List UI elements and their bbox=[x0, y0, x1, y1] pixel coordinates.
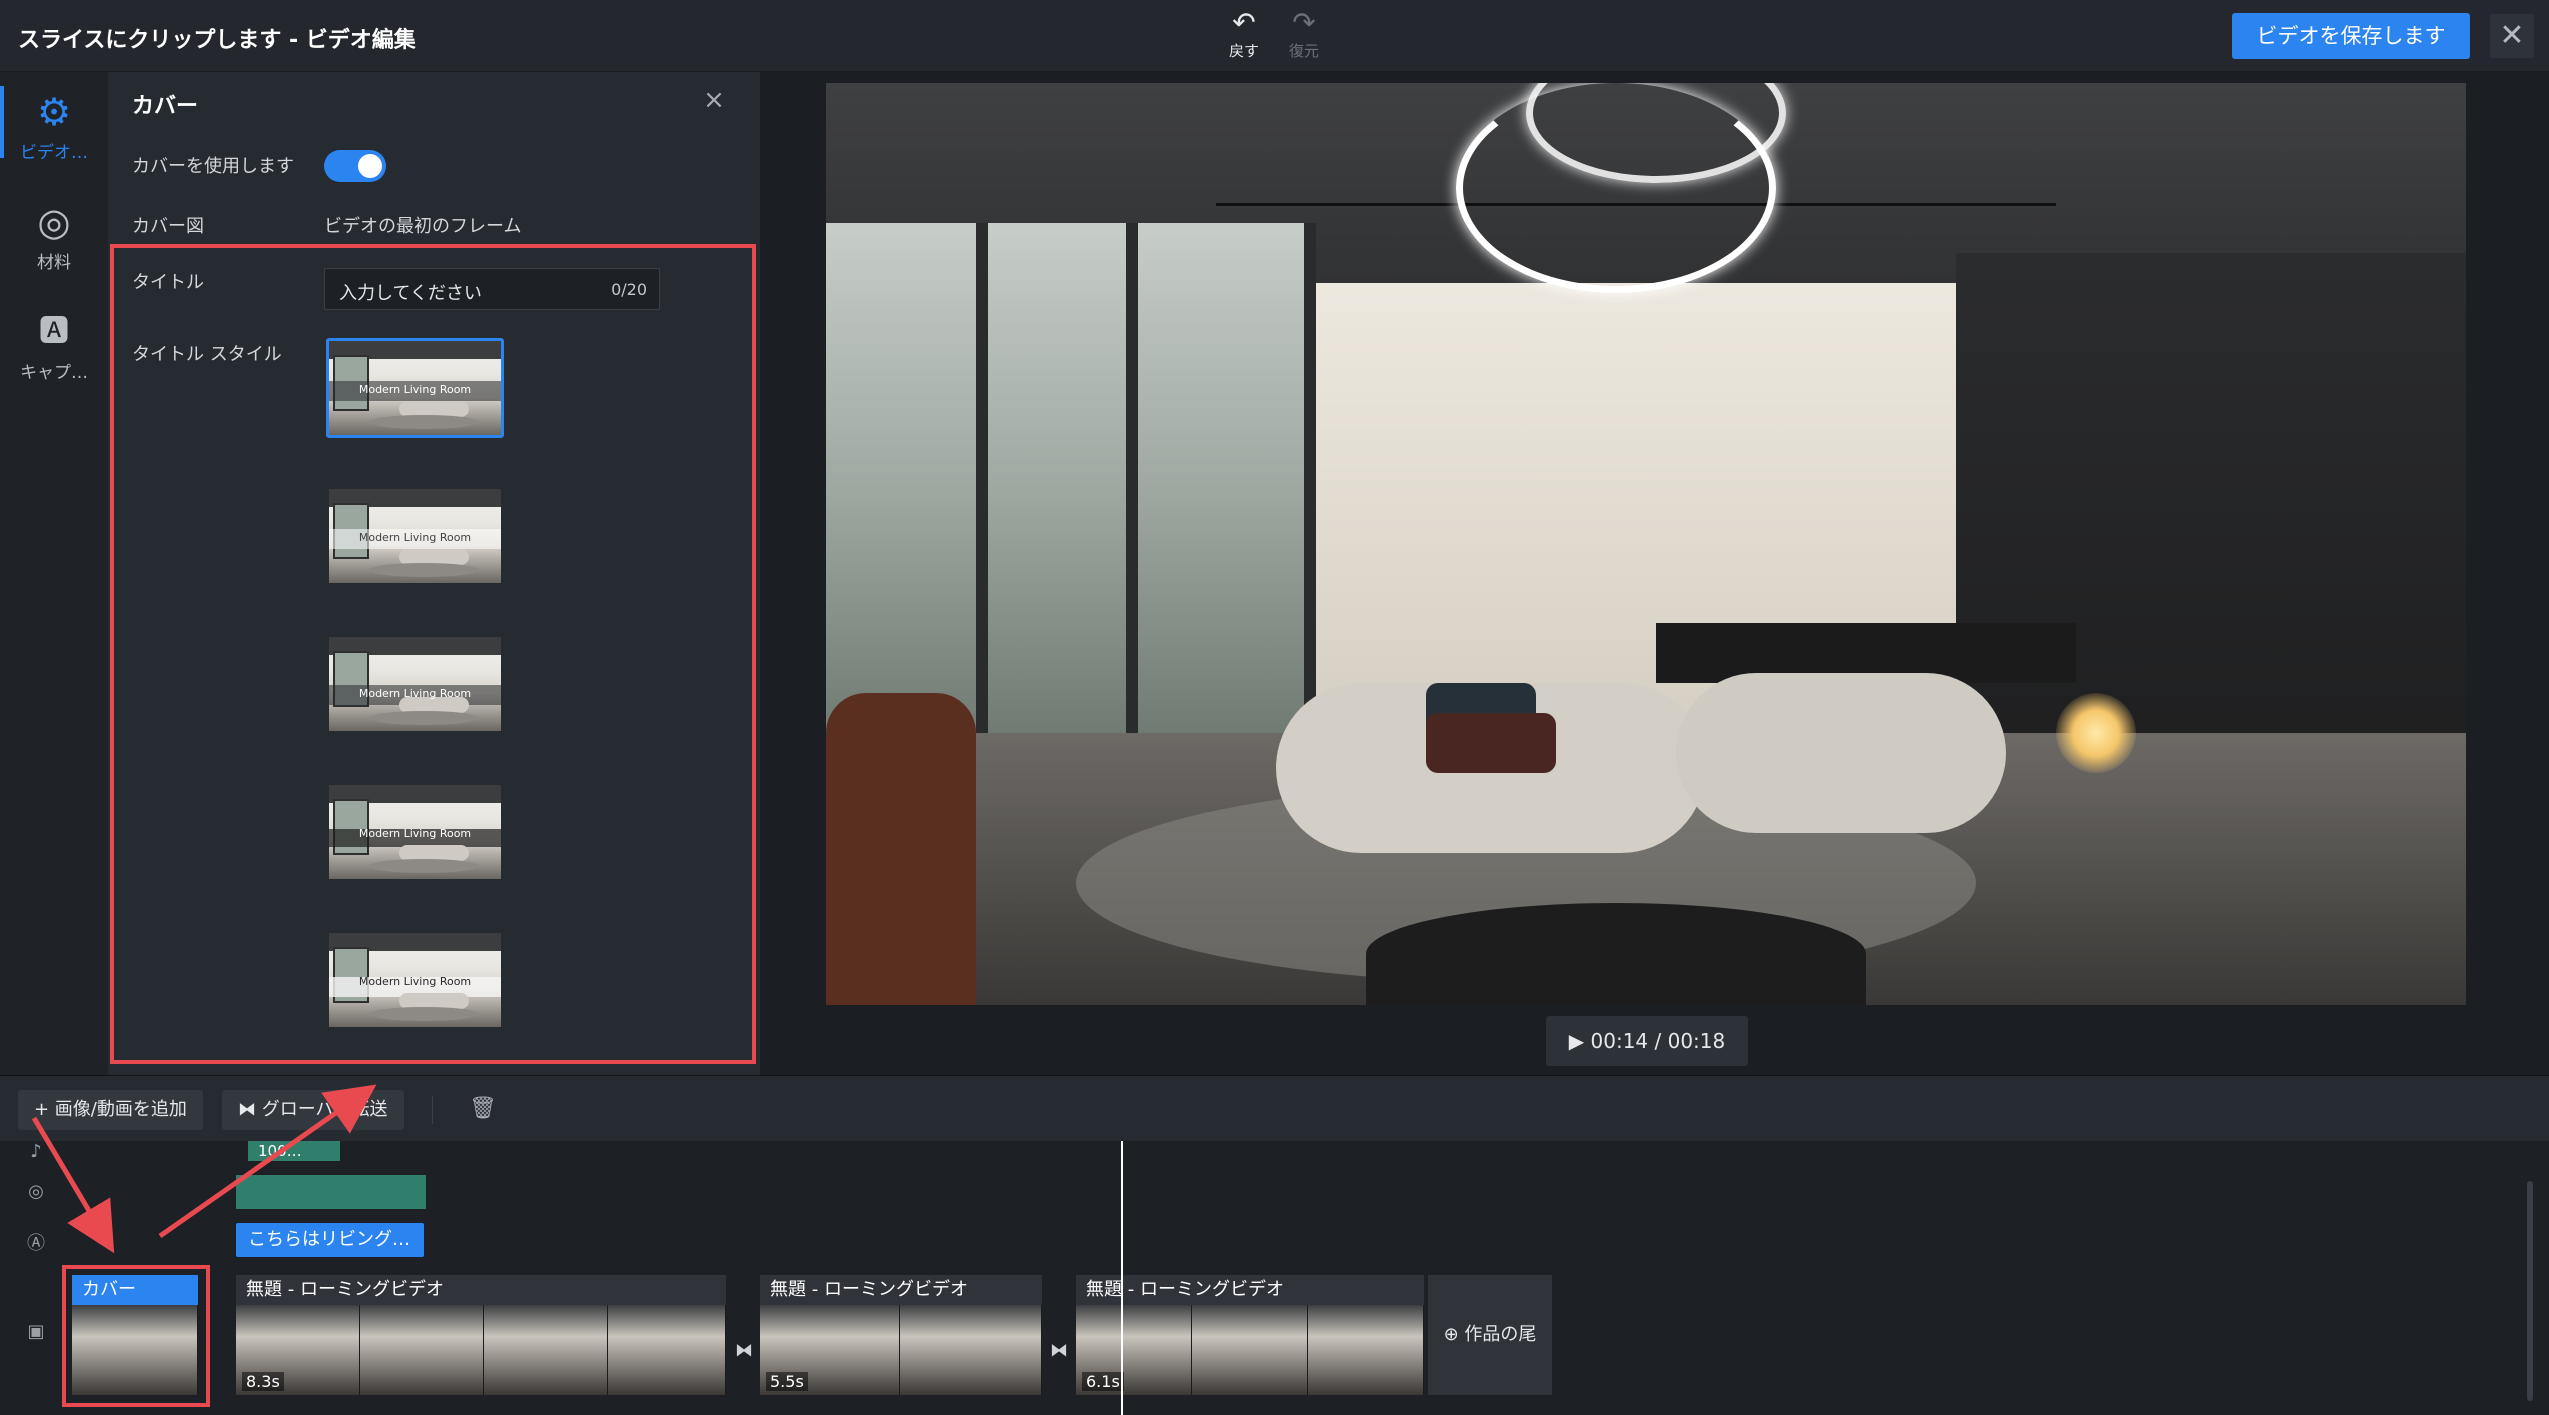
transition-icon[interactable]: ⧓ bbox=[1049, 1341, 1069, 1361]
redo-icon: ↷ bbox=[1292, 6, 1316, 39]
transition-icon[interactable]: ⧓ bbox=[734, 1341, 754, 1361]
video-clip[interactable]: 無題 - ローミングビデオ 6.1s bbox=[1076, 1275, 1424, 1395]
cover-image-label: カバー図 bbox=[132, 216, 204, 237]
transition-icon: ⧓ bbox=[238, 1099, 262, 1120]
clip-duration: 6.1s bbox=[1082, 1372, 1124, 1391]
global-transition-label: グローバル転送 bbox=[261, 1099, 388, 1120]
trash-icon[interactable]: 🗑 bbox=[468, 1094, 498, 1124]
redo-label: 復元 bbox=[1288, 42, 1319, 60]
end-clip-label: 作品の尾 bbox=[1464, 1324, 1537, 1345]
divider bbox=[432, 1096, 433, 1124]
rail-item-label: ビデオ… bbox=[20, 143, 88, 163]
video-preview[interactable] bbox=[826, 83, 2466, 1005]
app-title: スライスにクリップします - ビデオ編集 bbox=[18, 28, 416, 53]
side-rail: ⚙ ビデオ… ◎ 材料 🅰 キャプ… bbox=[0, 72, 108, 1075]
rail-item-material[interactable]: ◎ 材料 bbox=[0, 186, 108, 296]
music-clip[interactable]: 100… bbox=[248, 1141, 340, 1161]
undo-button[interactable]: ↶ 戻す bbox=[1216, 8, 1272, 61]
play-icon[interactable]: ▶ bbox=[1569, 1029, 1584, 1053]
close-icon[interactable]: ✕ bbox=[2490, 14, 2534, 58]
caption-icon: 🅰 bbox=[39, 314, 69, 349]
close-icon[interactable]: × bbox=[696, 82, 732, 118]
time-readout: 00:14 / 00:18 bbox=[1590, 1029, 1726, 1053]
end-clip[interactable]: ⊕ 作品の尾 bbox=[1428, 1275, 1552, 1395]
highlight-box bbox=[110, 244, 756, 1064]
clip-label: 無題 - ローミングビデオ bbox=[760, 1275, 1042, 1305]
save-video-button[interactable]: ビデオを保存します bbox=[2232, 13, 2470, 59]
use-cover-label: カバーを使用します bbox=[132, 156, 294, 177]
clip-label: 無題 - ローミングビデオ bbox=[1076, 1275, 1424, 1305]
video-track-icon: ▣ bbox=[27, 1321, 45, 1342]
music-icon: ♪ bbox=[30, 1141, 42, 1162]
timeline-scrollbar[interactable] bbox=[2527, 1181, 2533, 1401]
clip-duration: 5.5s bbox=[766, 1372, 808, 1391]
voice-icon: ◎ bbox=[28, 1181, 44, 1202]
title-bar: スライスにクリップします - ビデオ編集 ↶ 戻す ↷ 復元 ビデオを保存します… bbox=[0, 0, 2549, 72]
caption-track-icon: Ⓐ bbox=[27, 1233, 45, 1254]
play-time-control[interactable]: ▶ 00:14 / 00:18 bbox=[1546, 1016, 1748, 1066]
material-icon: ◎ bbox=[37, 200, 71, 244]
cover-highlight-box bbox=[62, 1265, 210, 1407]
rail-item-label: キャプ… bbox=[20, 363, 88, 383]
undo-label: 戻す bbox=[1228, 42, 1259, 60]
undo-icon: ↶ bbox=[1232, 6, 1256, 39]
clip-label: 無題 - ローミングビデオ bbox=[236, 1275, 726, 1305]
cover-image-value[interactable]: ビデオの最初のフレーム bbox=[324, 212, 521, 238]
add-media-button[interactable]: + 画像/動画を追加 bbox=[18, 1090, 203, 1130]
clip-duration: 8.3s bbox=[242, 1372, 284, 1391]
video-clip[interactable]: 無題 - ローミングビデオ 5.5s bbox=[760, 1275, 1042, 1395]
voice-clip[interactable] bbox=[236, 1175, 426, 1209]
timeline: ♪ ◎ Ⓐ ▣ 100… こちらはリビング… カバー 無題 - ローミングビデオ… bbox=[0, 1141, 2549, 1415]
gear-icon: ⚙ bbox=[36, 90, 72, 134]
rail-item-label: 材料 bbox=[37, 253, 71, 273]
timeline-toolbar: + 画像/動画を追加 ⧓ グローバル転送 🗑 bbox=[0, 1075, 2549, 1141]
rail-item-video[interactable]: ⚙ ビデオ… bbox=[0, 76, 108, 186]
add-icon: ⊕ bbox=[1443, 1324, 1465, 1345]
global-transition-button[interactable]: ⧓ グローバル転送 bbox=[222, 1090, 404, 1130]
rail-item-caption[interactable]: 🅰 キャプ… bbox=[0, 296, 108, 406]
video-clip[interactable]: 無題 - ローミングビデオ 8.3s bbox=[236, 1275, 726, 1395]
toggle-knob bbox=[358, 154, 382, 178]
playhead[interactable] bbox=[1121, 1141, 1123, 1415]
use-cover-toggle[interactable] bbox=[324, 150, 386, 182]
redo-button[interactable]: ↷ 復元 bbox=[1276, 8, 1332, 61]
caption-clip[interactable]: こちらはリビング… bbox=[236, 1223, 424, 1257]
panel-title: カバー bbox=[132, 94, 199, 119]
